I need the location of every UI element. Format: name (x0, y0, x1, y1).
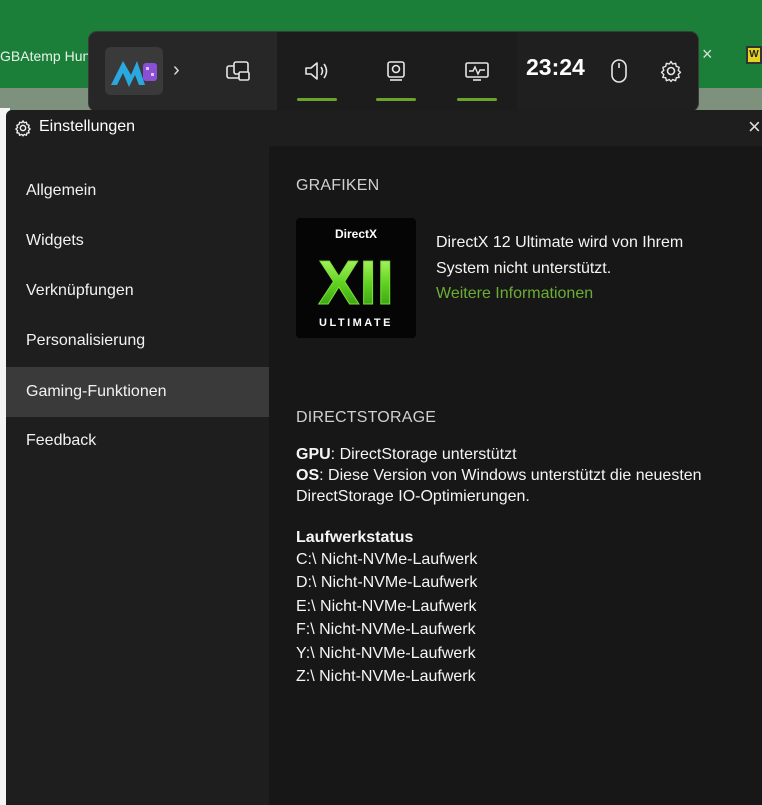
drive-status-item: D:\ Nicht-NVMe-Laufwerk (296, 574, 478, 591)
directx-message-line2: System nicht unterstützt. (436, 260, 612, 277)
directx-12-ultimate-logo: DirectX XII ULTIMATE (296, 218, 416, 338)
drive-status-heading: Laufwerkstatus (296, 529, 414, 546)
settings-content: GRAFIKEN DirectX XII ULTIMATE DirectX 12… (269, 146, 762, 805)
os-label: OS (296, 467, 320, 484)
settings-title: Einstellungen (39, 118, 136, 135)
sidebar-item-allgemein[interactable]: Allgemein (6, 166, 269, 216)
performance-active-indicator (457, 98, 497, 101)
gpu-label: GPU (296, 446, 331, 463)
os-value-line1: : Diese Version von Windows unterstützt … (319, 467, 702, 484)
drive-status-item: C:\ Nicht-NVMe-Laufwerk (296, 551, 478, 568)
close-icon[interactable]: × (748, 114, 761, 140)
game-bar: › 23:24 (88, 31, 699, 112)
os-status: OS: Diese Version von Windows unterstütz… (296, 465, 756, 486)
directstorage-heading: DIRECTSTORAGE (296, 409, 437, 426)
background-tab-title[interactable]: GBAtemp Hun (0, 48, 90, 64)
graphics-heading: GRAFIKEN (296, 177, 380, 194)
drive-status-item: Z:\ Nicht-NVMe-Laufwerk (296, 668, 476, 685)
game-bar-app-logo[interactable] (105, 47, 163, 95)
clock-time: 23:24 (526, 54, 585, 80)
sidebar-item-gaming-funktionen[interactable]: Gaming-Funktionen (6, 367, 269, 417)
sidebar-item-verknuepfungen[interactable]: Verknüpfungen (6, 266, 269, 316)
drive-status-item: Y:\ Nicht-NVMe-Laufwerk (296, 645, 476, 662)
capture-icon[interactable] (379, 54, 413, 88)
sidebar-item-personalisierung[interactable]: Personalisierung (6, 316, 269, 366)
chevron-right-icon[interactable]: › (173, 59, 180, 82)
more-info-link[interactable]: Weitere Informationen (436, 285, 593, 303)
gpu-value: : DirectStorage unterstützt (330, 446, 517, 463)
audio-active-indicator (297, 98, 337, 101)
drive-status-item: E:\ Nicht-NVMe-Laufwerk (296, 598, 477, 615)
logo-top-text: DirectX (335, 227, 377, 241)
gear-icon[interactable] (654, 54, 688, 88)
audio-icon[interactable] (300, 54, 334, 88)
directx-message-line1: DirectX 12 Ultimate wird von Ihrem (436, 234, 684, 251)
directx-support-message: DirectX 12 Ultimate wird von Ihrem Syste… (436, 230, 756, 282)
mouse-icon[interactable] (602, 54, 636, 88)
os-value-line2: DirectStorage IO-Optimierungen. (296, 488, 530, 505)
settings-panel: Einstellungen × Allgemein Widgets Verknü… (6, 110, 762, 805)
drive-status-item: F:\ Nicht-NVMe-Laufwerk (296, 621, 476, 638)
settings-gear-icon (14, 119, 32, 137)
gpu-status: GPU: DirectStorage unterstützt (296, 444, 756, 465)
capture-active-indicator (376, 98, 416, 101)
performance-icon[interactable] (460, 54, 494, 88)
logo-bottom-text: ULTIMATE (319, 317, 393, 329)
sidebar-item-feedback[interactable]: Feedback (6, 416, 269, 466)
settings-header: Einstellungen × (6, 110, 762, 146)
widget-menu-icon[interactable] (221, 54, 255, 88)
background-extension-icon[interactable]: W (746, 46, 762, 64)
background-tab-close-icon[interactable]: × (702, 44, 713, 65)
logo-mid-text: XII (318, 249, 394, 318)
settings-sidebar: Allgemein Widgets Verknüpfungen Personal… (6, 146, 269, 805)
sidebar-item-widgets[interactable]: Widgets (6, 216, 269, 266)
